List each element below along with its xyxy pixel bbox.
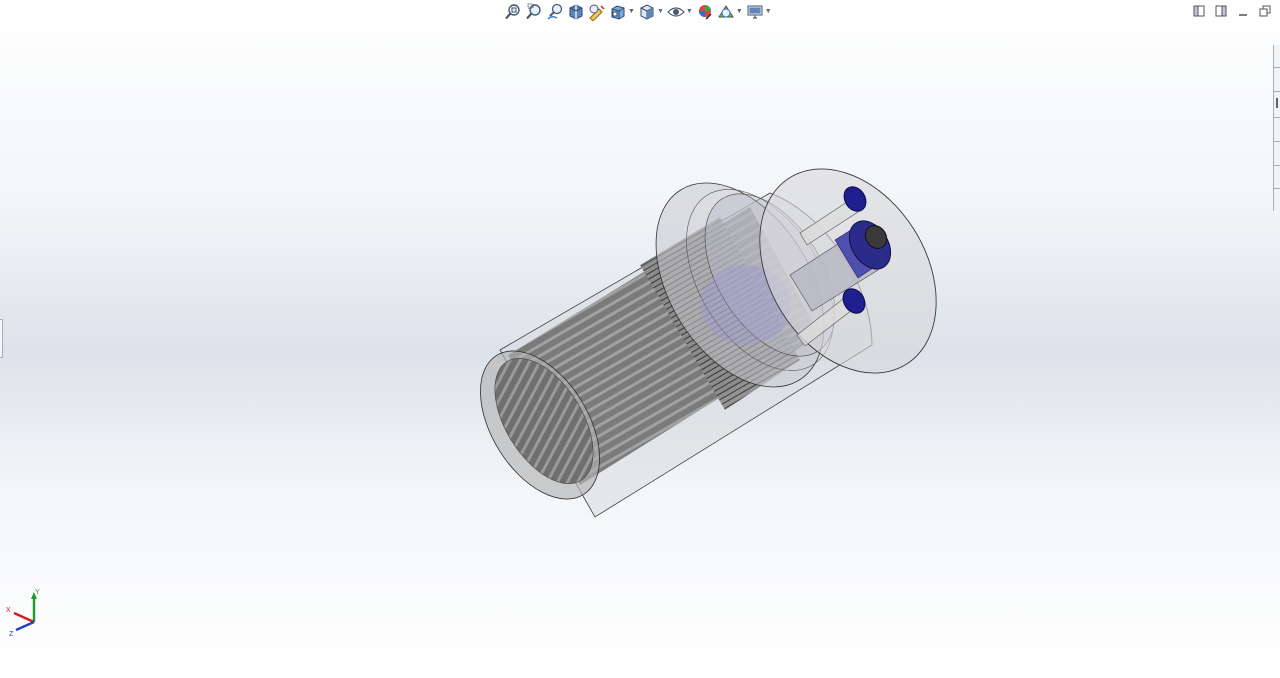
feature-manager-collapse-handle[interactable] — [0, 319, 3, 358]
display-style-icon — [640, 4, 654, 20]
heads-up-view-toolbar: ▼ ▼ ▼ ▼ ▼ — [503, 2, 773, 22]
minimize-icon — [1239, 14, 1247, 16]
window-controls — [1192, 3, 1272, 19]
view-orientation-button[interactable]: ▼ — [608, 2, 636, 22]
task-tab-design-library[interactable] — [1274, 91, 1280, 108]
task-tab-custom-properties[interactable] — [1274, 188, 1280, 189]
chevron-down-icon: ▼ — [764, 8, 772, 15]
triad-x-label: X — [6, 607, 11, 614]
display-style-button[interactable]: ▼ — [637, 2, 665, 22]
restore-button[interactable] — [1258, 3, 1272, 19]
triad-x-axis — [13, 611, 35, 624]
triad-z-axis — [15, 620, 35, 632]
tile-horizontal-icon — [1193, 5, 1205, 17]
view-settings-icon — [747, 5, 763, 19]
apply-scene-icon — [717, 5, 734, 18]
chevron-down-icon: ▼ — [656, 8, 664, 15]
zoom-fit-icon — [505, 4, 520, 20]
chevron-down-icon: ▼ — [628, 8, 635, 15]
graphics-viewport[interactable]: ▼ ▼ ▼ ▼ ▼ Y X Z — [0, 0, 1280, 678]
dynamic-annotation-views-button[interactable] — [587, 2, 607, 22]
tab-marker — [1276, 98, 1278, 108]
previous-view-icon — [547, 3, 563, 20]
section-view-button[interactable] — [566, 2, 586, 22]
minimize-button[interactable] — [1236, 3, 1250, 19]
section-view-icon — [569, 4, 583, 20]
tile-horizontal-button[interactable] — [1192, 3, 1206, 19]
zoom-area-icon — [526, 3, 541, 20]
zoom-to-fit-button[interactable] — [503, 2, 523, 22]
task-tab-resources[interactable] — [1274, 67, 1280, 68]
chevron-down-icon: ▼ — [735, 8, 743, 15]
reference-triad: Y X Z — [6, 589, 40, 638]
edit-appearance-button[interactable] — [695, 2, 715, 22]
triad-z-label: Z — [9, 631, 14, 638]
cad-model-cylinder[interactable] — [470, 145, 940, 525]
view-settings-button[interactable]: ▼ — [745, 2, 773, 22]
task-tab-appearances[interactable] — [1274, 165, 1280, 166]
edit-appearance-icon — [698, 5, 712, 20]
task-tab-view-palette[interactable] — [1274, 141, 1280, 142]
tile-vertical-button[interactable] — [1214, 3, 1228, 19]
zoom-to-area-button[interactable] — [524, 2, 544, 22]
annotation-views-icon — [589, 4, 605, 21]
tile-vertical-icon — [1215, 5, 1227, 17]
hide-show-icon — [667, 7, 685, 17]
task-pane-tabs[interactable] — [1273, 45, 1280, 211]
apply-scene-button[interactable]: ▼ — [716, 2, 744, 22]
restore-icon — [1259, 5, 1271, 17]
task-tab-file-explorer[interactable] — [1274, 117, 1280, 118]
previous-view-button[interactable] — [545, 2, 565, 22]
chevron-down-icon: ▼ — [685, 8, 693, 15]
triad-y-label: Y — [35, 589, 40, 596]
view-orientation-icon — [611, 5, 625, 20]
hide-show-items-button[interactable]: ▼ — [666, 2, 694, 22]
